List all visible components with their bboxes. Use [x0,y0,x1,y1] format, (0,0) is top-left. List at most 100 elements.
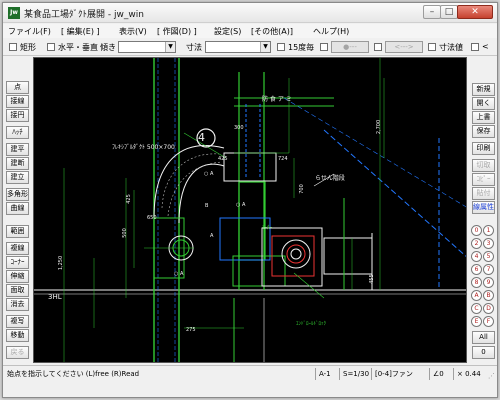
dot-mode-button[interactable]: ●--- [331,41,369,53]
minimize-button[interactable]: – [423,5,441,19]
window-title: 某食品工場ﾀﾞｸﾄ展開 - jw_win [24,10,144,20]
tilt-combo[interactable]: ▼ [118,41,176,53]
status-angle[interactable]: ∠0 [429,368,444,380]
layer-zero-button[interactable]: 0 [472,346,495,359]
dim-label: 寸法 [186,43,202,52]
tool-undo[interactable]: 戻る [6,346,29,359]
file-open-button[interactable]: 開く [472,97,495,110]
layer-row-a-b: A B [471,290,495,302]
title-bar: Jw 某食品工場ﾀﾞｸﾄ展開 - jw_win – □ ✕ [3,3,497,23]
resize-grip-icon[interactable]: ⋰ [488,372,495,380]
print-button[interactable]: 印刷 [472,142,495,155]
tool-offset[interactable]: 複線 [6,242,29,255]
tool-move[interactable]: 移動 [6,329,29,342]
angle15-checkbox[interactable] [277,43,285,51]
dim-275: 275 [186,327,196,333]
layer-6[interactable]: 6 [471,264,482,275]
level-3hl-label: 3HL [48,293,62,301]
extra-checkbox[interactable] [471,43,479,51]
tool-erase[interactable]: 消去 [6,298,29,311]
menu-other[interactable]: [その他(A)] [251,26,293,37]
overwrite-button[interactable]: 上書 [472,111,495,124]
copy-button[interactable]: ｺﾋﾟｰ [472,173,495,186]
rect-label: 矩形 [20,43,36,52]
hv-checkbox[interactable] [47,43,55,51]
marker-b: B [205,203,209,209]
layer-all-button[interactable]: All [472,331,495,344]
status-layer[interactable]: A-1 [315,368,331,380]
menu-help[interactable]: ヘルプ(H) [313,26,349,37]
layer-d[interactable]: D [483,303,494,314]
status-group[interactable]: [0-4]ファン [371,368,413,380]
layer-a[interactable]: A [471,290,482,301]
layer-3[interactable]: 3 [483,238,494,249]
tool-plan[interactable]: 建平 [6,143,29,156]
tool-section[interactable]: 建断 [6,157,29,170]
layer-8[interactable]: 8 [471,277,482,288]
tool-point[interactable]: 点 [6,81,29,94]
layer-2[interactable]: 2 [471,238,482,249]
layer-c[interactable]: C [471,303,482,314]
tool-tangent-circle[interactable]: 接円 [6,109,29,122]
layer-f[interactable]: F [483,316,494,327]
paste-button[interactable]: 貼付 [472,187,495,200]
layer-7[interactable]: 7 [483,264,494,275]
dim-425-top: 425 [218,156,228,162]
tool-tangent[interactable]: 接線 [6,95,29,108]
arrow-mode-checkbox[interactable] [374,43,382,51]
status-scale[interactable]: S=1/30 [339,368,369,380]
dim-500: 500 [121,228,128,238]
menu-file[interactable]: ファイル(F) [8,26,51,37]
tool-chamfer[interactable]: 面取 [6,284,29,297]
chevron-down-icon: ▼ [260,42,270,52]
extra-label: < [482,42,489,51]
dimval-checkbox[interactable] [428,43,436,51]
tilt-label: 傾き [100,43,116,52]
dim-425-side: 425 [125,194,132,204]
layer-row-4-5: 4 5 [471,251,495,263]
layer-0[interactable]: 0 [471,225,482,236]
dot-mode-checkbox[interactable] [320,43,328,51]
line-attr-button[interactable]: 線属性 [472,201,495,214]
tool-range[interactable]: 範囲 [6,225,29,238]
layer-b[interactable]: B [483,290,494,301]
save-button[interactable]: 保存 [472,125,495,138]
status-zoom[interactable]: × 0.44 [453,368,481,380]
rect-checkbox[interactable] [9,43,17,51]
file-new-button[interactable]: 新規 [472,83,495,96]
tool-copy[interactable]: 複写 [6,315,29,328]
cut-button[interactable]: 切取 [472,159,495,172]
tool-polygon[interactable]: 多角形 [6,188,29,201]
layer-row-c-d: C D [471,303,495,315]
tool-elevation[interactable]: 建立 [6,171,29,184]
close-button[interactable]: ✕ [457,5,493,19]
dim-300: 300 [234,125,244,131]
dim-combo[interactable]: ▼ [205,41,271,53]
menu-bar: ファイル(F) [ 編集(E) ] 表示(V) [ 作図(D) ] 設定(S) … [3,24,497,38]
layer-e[interactable]: E [471,316,482,327]
tool-hatch[interactable]: ﾊｯﾁ [6,126,29,139]
menu-view[interactable]: 表示(V) [119,26,147,37]
dim-650: 650 [147,215,157,221]
marker-a1: ○ A [236,202,246,208]
tool-curve[interactable]: 曲線 [6,202,29,215]
arrow-mode-button[interactable]: <---> [385,41,423,53]
menu-draw[interactable]: [ 作図(D) ] [157,26,197,37]
layer-5[interactable]: 5 [483,251,494,262]
layer-9[interactable]: 9 [483,277,494,288]
control-bar: 矩形 水平・垂直 傾き ▼ 寸法 ▼ 15度毎 ●--- <---> 寸法値 < [3,38,497,56]
menu-edit[interactable]: [ 編集(E) ] [61,26,100,37]
layer-1[interactable]: 1 [483,225,494,236]
right-tool-panel: 新規 開く 上書 保存 印刷 切取 ｺﾋﾟｰ 貼付 線属性 0 1 2 3 4 … [469,57,497,363]
tool-corner[interactable]: ｺｰﾅｰ [6,256,29,269]
layer-4[interactable]: 4 [471,251,482,262]
duct-label: ﾌﾚｷｼﾌﾞﾙﾀﾞｸﾄ 500×700 [112,144,175,151]
menu-settings[interactable]: 設定(S) [214,26,241,37]
tool-stretch[interactable]: 伸縮 [6,270,29,283]
drawing-canvas[interactable]: 4 ﾌﾚｷｼﾌﾞﾙﾀﾞｸﾄ 500×700 防 食 ア ミ らせん階段 3HL … [33,57,467,363]
maximize-button[interactable]: □ [440,5,458,19]
layer-row-e-f: E F [471,316,495,328]
circle-label-4: 4 [198,131,205,144]
dim-455: 455 [368,274,375,284]
layer-row-2-3: 2 3 [471,238,495,250]
